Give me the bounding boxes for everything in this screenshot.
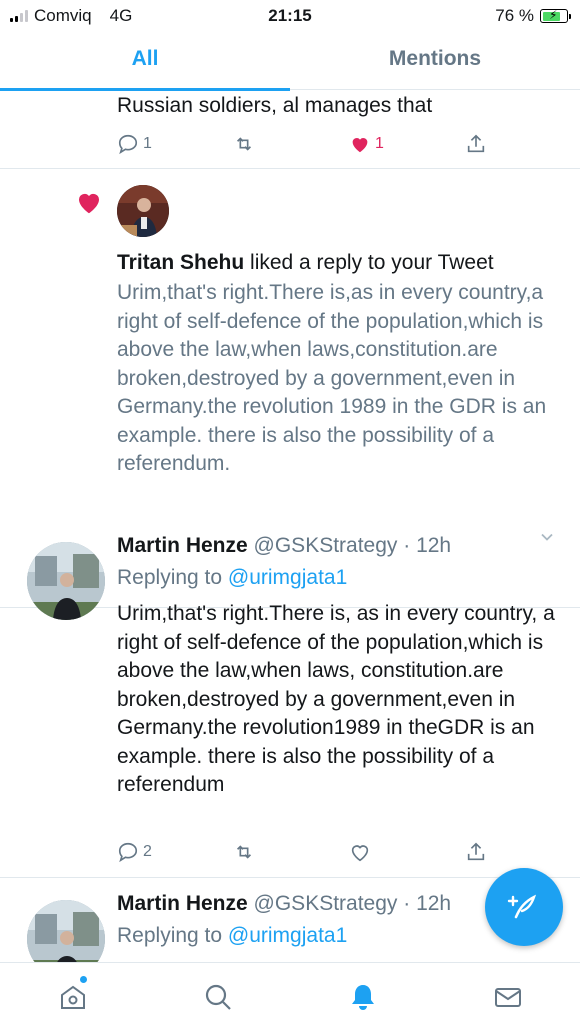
avatar[interactable] bbox=[117, 185, 169, 237]
reply-icon bbox=[118, 134, 138, 155]
tweet-body: Martin Henze @GSKStrategy · 12h Replying… bbox=[117, 532, 557, 800]
retweet-icon bbox=[236, 845, 252, 859]
share-icon bbox=[467, 842, 485, 861]
share-button[interactable] bbox=[465, 133, 580, 155]
share-button[interactable] bbox=[465, 841, 580, 863]
compose-tweet-button[interactable] bbox=[485, 868, 563, 946]
heart-icon bbox=[352, 138, 368, 153]
heart-icon bbox=[79, 193, 99, 214]
retweet-button[interactable] bbox=[233, 841, 349, 863]
like-button[interactable] bbox=[349, 841, 465, 863]
battery-percent: 76 % bbox=[495, 6, 534, 25]
nav-notifications[interactable] bbox=[290, 963, 435, 1031]
charging-icon: ⚡ bbox=[549, 8, 558, 22]
quoted-tweet-text: Urim,that's right.There is,as in every c… bbox=[117, 281, 547, 475]
new-content-dot bbox=[80, 976, 87, 983]
home-icon bbox=[60, 985, 85, 1009]
tweet-text: Urim,that's right.There is, as in every … bbox=[117, 602, 555, 796]
tweet[interactable]: Martin Henze @GSKStrategy · 12h Replying… bbox=[0, 518, 580, 878]
status-right: 76 % ⚡ bbox=[495, 6, 571, 26]
tweet-actions: 1 1 bbox=[117, 130, 580, 158]
tweet-time: 12h bbox=[416, 892, 452, 915]
replying-to-link[interactable]: @urimgjata1 bbox=[228, 566, 347, 589]
tab-mentions[interactable]: Mentions bbox=[290, 32, 580, 89]
reply-button[interactable]: 1 bbox=[117, 133, 233, 155]
tweet-header: Martin Henze @GSKStrategy · 12h bbox=[117, 532, 557, 561]
actor-name[interactable]: Tritan Shehu bbox=[117, 251, 244, 274]
compose-feather-icon bbox=[507, 894, 537, 919]
tweet-time: 12h bbox=[416, 534, 452, 557]
tab-all[interactable]: All bbox=[0, 32, 290, 91]
tweet-text: Russian soldiers, al manages that bbox=[117, 94, 433, 117]
tweet-actions: 2 bbox=[117, 838, 580, 866]
reply-button[interactable]: 2 bbox=[117, 841, 233, 863]
reply-icon bbox=[118, 842, 138, 863]
retweet-button[interactable] bbox=[233, 133, 349, 155]
notification-tabs: All Mentions bbox=[0, 32, 580, 91]
nav-search[interactable] bbox=[145, 963, 290, 1031]
heart-outline-icon bbox=[351, 845, 369, 862]
replying-to: Replying to @urimgjata1 bbox=[117, 564, 557, 593]
notification-headline: Tritan Shehu liked a reply to your Tweet bbox=[117, 249, 494, 278]
mail-icon bbox=[494, 988, 521, 1007]
share-icon bbox=[467, 134, 485, 153]
author-name[interactable]: Martin Henze bbox=[117, 892, 248, 915]
author-handle[interactable]: @GSKStrategy bbox=[254, 892, 398, 915]
reply-count: 1 bbox=[143, 135, 152, 152]
retweet-icon bbox=[236, 137, 252, 151]
separator: · bbox=[397, 534, 417, 557]
search-icon bbox=[205, 984, 231, 1010]
nav-home[interactable] bbox=[0, 963, 145, 1031]
battery-icon: ⚡ bbox=[540, 8, 571, 23]
replying-prefix: Replying to bbox=[117, 565, 228, 589]
replying-prefix: Replying to bbox=[117, 923, 228, 947]
like-button[interactable]: 1 bbox=[349, 133, 465, 155]
like-count: 1 bbox=[375, 135, 384, 152]
notification-action: liked a reply to your Tweet bbox=[244, 251, 494, 274]
bell-icon bbox=[351, 985, 374, 1010]
replying-to-link[interactable]: @urimgjata1 bbox=[228, 924, 347, 947]
status-time: 21:15 bbox=[268, 6, 312, 25]
tweet-partial[interactable]: Russian soldiers, al manages that 1 1 bbox=[0, 90, 580, 169]
status-bar: Comviq 4G 21:15 76 % ⚡ bbox=[0, 0, 580, 32]
bottom-nav bbox=[0, 962, 580, 1031]
avatar[interactable] bbox=[27, 542, 105, 620]
author-name[interactable]: Martin Henze bbox=[117, 534, 248, 557]
nav-messages[interactable] bbox=[435, 963, 580, 1031]
author-handle[interactable]: @GSKStrategy bbox=[254, 534, 398, 557]
reply-count: 2 bbox=[143, 843, 152, 860]
separator: · bbox=[397, 892, 417, 915]
